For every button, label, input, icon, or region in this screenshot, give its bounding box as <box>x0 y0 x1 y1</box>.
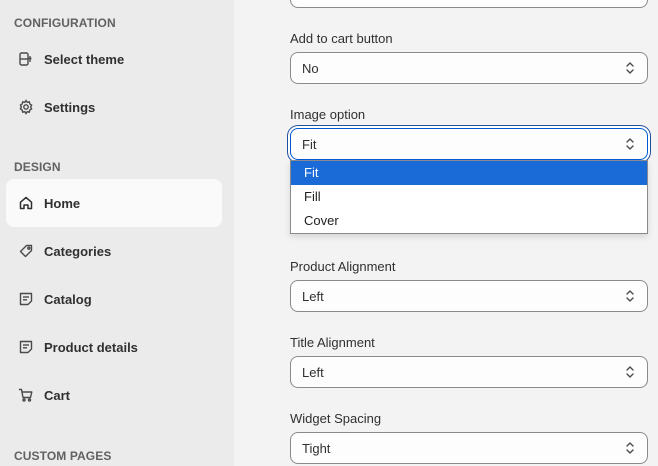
sidebar-item-cart[interactable]: Cart <box>6 371 222 419</box>
previous-select[interactable] <box>290 0 648 8</box>
dropdown-option-cover[interactable]: Cover <box>291 209 647 233</box>
image-option-dropdown: Fit Fill Cover <box>290 160 648 234</box>
sidebar-item-label: Cart <box>44 387 71 403</box>
section-title-design: DESIGN <box>14 160 61 174</box>
dropdown-option-fill[interactable]: Fill <box>291 185 647 209</box>
select-value: Tight <box>302 440 331 456</box>
section-title-custom-pages: CUSTOM PAGES <box>14 449 112 463</box>
image-option-label: Image option <box>290 107 366 122</box>
chevron-up-down-icon <box>624 364 636 380</box>
select-value: Fit <box>302 136 317 152</box>
add-to-cart-label: Add to cart button <box>290 31 393 46</box>
select-value: Left <box>302 288 324 304</box>
sidebar-item-categories[interactable]: Categories <box>6 227 222 275</box>
sidebar-item-label: Home <box>44 195 81 211</box>
sidebar-item-label: Categories <box>44 243 112 259</box>
product-details-icon <box>18 339 34 355</box>
home-icon <box>18 195 34 211</box>
chevron-up-down-icon <box>624 288 636 304</box>
chevron-up-down-icon <box>624 60 636 76</box>
sidebar-item-select-theme[interactable]: Select theme <box>6 35 222 83</box>
theme-icon <box>18 51 34 67</box>
sidebar-item-product-details[interactable]: Product details <box>6 323 222 371</box>
sidebar-item-label: Select theme <box>44 51 125 67</box>
section-title-configuration: CONFIGURATION <box>14 16 116 30</box>
select-value: Left <box>302 364 324 380</box>
sidebar: CONFIGURATION Select theme Settings DESI… <box>0 0 234 466</box>
dropdown-option-fit[interactable]: Fit <box>291 161 647 185</box>
widget-spacing-select[interactable]: Tight <box>290 432 648 464</box>
chevron-up-down-icon <box>624 440 636 456</box>
sidebar-item-label: Settings <box>44 99 96 115</box>
settings-form: Add to cart button No Image option Fit P… <box>274 0 658 466</box>
sidebar-item-label: Catalog <box>44 291 92 307</box>
gear-icon <box>18 99 34 115</box>
image-option-select[interactable]: Fit <box>290 128 648 160</box>
product-alignment-label: Product Alignment <box>290 259 396 274</box>
widget-spacing-label: Widget Spacing <box>290 411 382 426</box>
sidebar-item-home[interactable]: Home <box>6 179 222 227</box>
tag-icon <box>18 243 34 259</box>
product-alignment-select[interactable]: Left <box>290 280 648 312</box>
sidebar-item-label: Product details <box>44 339 138 355</box>
title-alignment-label: Title Alignment <box>290 335 375 350</box>
chevron-up-down-icon <box>624 136 636 152</box>
sidebar-item-settings[interactable]: Settings <box>6 83 222 131</box>
select-value: No <box>302 60 319 76</box>
catalog-icon <box>18 291 34 307</box>
cart-icon <box>18 387 34 403</box>
sidebar-item-catalog[interactable]: Catalog <box>6 275 222 323</box>
add-to-cart-select[interactable]: No <box>290 52 648 84</box>
title-alignment-select[interactable]: Left <box>290 356 648 388</box>
